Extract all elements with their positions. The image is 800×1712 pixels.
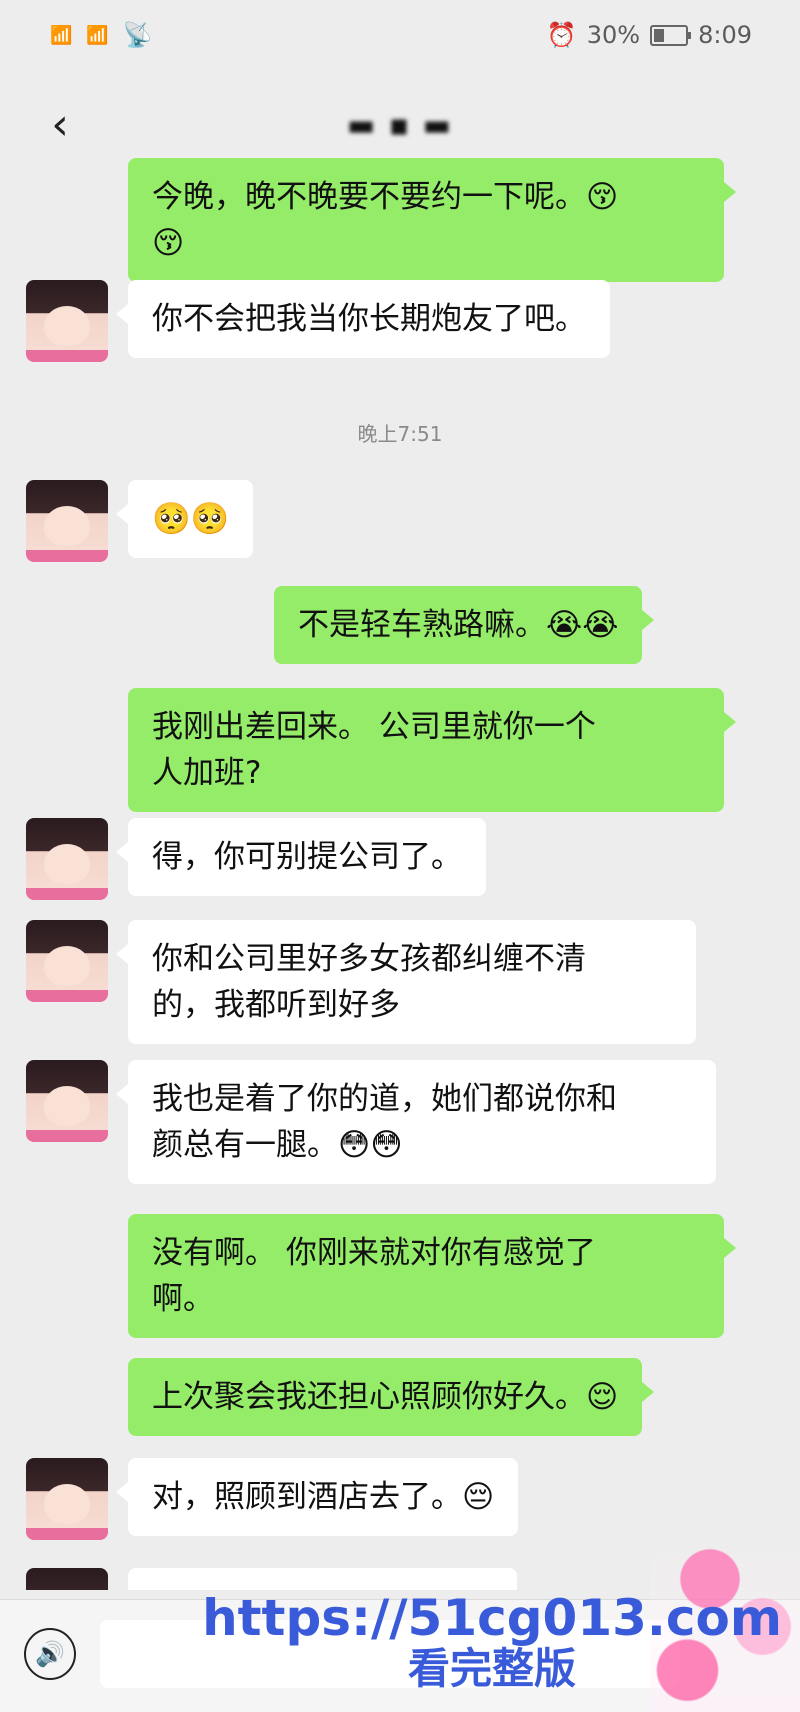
message-bubble-left[interactable]: 我也是着了你的道，她们都说你和 颜总有一腿。😳😳 xyxy=(116,1060,716,1184)
message-row-left xyxy=(26,1458,108,1540)
back-button[interactable]: ‹ xyxy=(30,94,90,154)
message-row-left xyxy=(26,480,108,562)
message-bubble-left[interactable]: 你刚回来？那你来接我吧 xyxy=(128,1568,517,1590)
signal-icon: 📶 xyxy=(50,24,72,46)
avatar[interactable] xyxy=(26,1060,108,1142)
message-time: 晚上7:51 xyxy=(357,422,443,446)
status-right: ⏰ 30% 8:09 xyxy=(547,21,800,49)
message-row-left xyxy=(26,280,108,362)
avatar[interactable] xyxy=(26,480,108,562)
avatar[interactable] xyxy=(26,280,108,362)
message-bubble-left[interactable]: 🥺🥺 xyxy=(115,480,254,558)
message-bubble-left[interactable]: 你不会把我当你长期炮友了吧。 xyxy=(116,280,610,358)
chat-input-bar: 🔊 https://51cg013.com 看完整版 xyxy=(0,1522,800,1712)
alarm-icon: ⏰ xyxy=(546,21,577,49)
wifi-icon: 📡 xyxy=(122,21,153,49)
watermark: https://51cg013.com 看完整版 xyxy=(202,1590,782,1692)
watermark-url: https://51cg013.com xyxy=(202,1589,782,1647)
message-bubble-right[interactable]: 上次聚会我还担心照顾你好久。😌 xyxy=(128,1358,655,1436)
status-bar: 📶 📶 📡 ⏰ 30% 8:09 xyxy=(0,0,800,70)
avatar[interactable] xyxy=(26,1458,108,1540)
message-bubble-right[interactable]: 不是轻车熟路嘛。😭😭 xyxy=(274,586,655,664)
message-bubble-right[interactable]: 我刚出差回来。 公司里就你一个 人加班? xyxy=(128,688,736,812)
signal-icon-2: 📶 xyxy=(86,24,108,46)
chat-title: ▬ ▪ ▬ xyxy=(346,107,454,143)
battery-percent: 30% xyxy=(586,21,641,49)
message-bubble-left[interactable]: 对，照顾到酒店去了。😔 xyxy=(115,1458,519,1536)
message-row-left xyxy=(26,920,108,1002)
message-bubble-right[interactable]: 没有啊。 你刚来就对你有感觉了 啊。 xyxy=(128,1214,736,1338)
message-row-left xyxy=(26,1568,108,1590)
avatar[interactable] xyxy=(26,818,108,900)
watermark-text: 看完整版 xyxy=(408,1644,577,1693)
status-left: 📶 📶 📡 xyxy=(0,21,153,49)
chat-list[interactable]: 今晚，晚不晚要不要约一下呢。😚 😚 你不会把我当你长期炮友了吧。 晚上7:51 … xyxy=(0,150,800,1590)
clock: 8:09 xyxy=(698,21,752,49)
avatar[interactable] xyxy=(26,920,108,1002)
message-row-left xyxy=(26,818,108,900)
message-row-left xyxy=(26,1060,108,1142)
battery-level xyxy=(654,28,665,42)
avatar[interactable] xyxy=(26,1568,108,1590)
voice-button[interactable]: 🔊 xyxy=(24,1628,76,1680)
message-bubble-right[interactable]: 今晚，晚不晚要不要约一下呢。😚 😚 xyxy=(128,158,736,282)
battery-icon xyxy=(650,24,692,46)
message-bubble-left[interactable]: 得，你可别提公司了。 xyxy=(116,818,486,896)
message-bubble-left[interactable]: 你和公司里好多女孩都纠缠不清 的，我都听到好多 xyxy=(116,920,696,1044)
